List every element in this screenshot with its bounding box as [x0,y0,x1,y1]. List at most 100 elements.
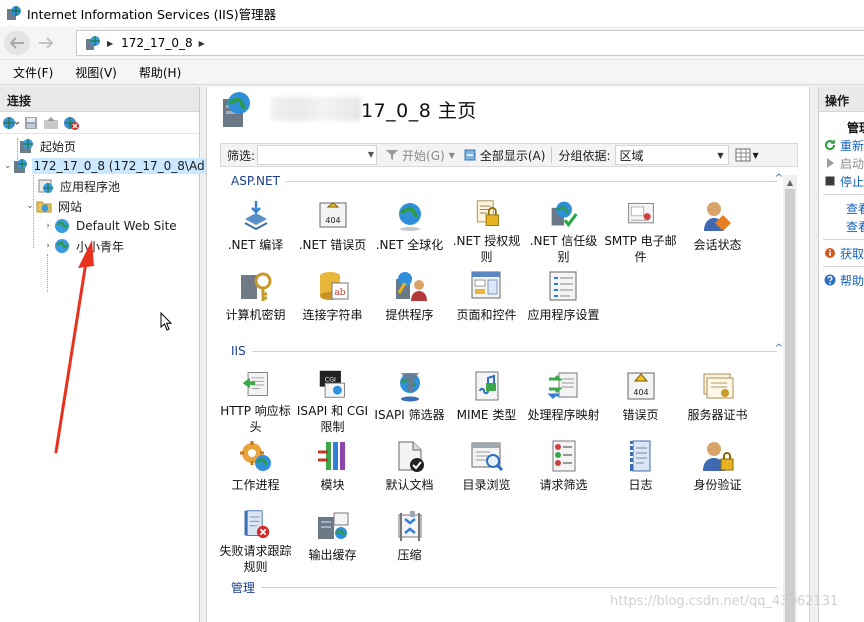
tree-item-default-web-site[interactable]: › Default Web Site [0,216,199,236]
feature-net-trust[interactable]: .NET 信任级别 [525,195,602,265]
feature-mime-types[interactable]: MIME 类型 [448,365,525,435]
feature-failed-request-tracing[interactable]: 失败请求跟踪规则 [217,505,294,575]
feature-compression[interactable]: 压缩 [371,505,448,575]
save-icon[interactable] [22,114,40,132]
feature-directory-browsing[interactable]: 目录浏览 [448,435,525,505]
feature-worker-processes[interactable]: 工作进程 [217,435,294,505]
show-all-button[interactable]: 全部显示(A) [463,147,545,164]
tree-item-start-page[interactable]: 起始页 [0,136,199,156]
tree-label: 应用程序池 [60,179,121,194]
feature-logging[interactable]: 日志 [602,435,679,505]
providers-icon [395,272,427,301]
app-settings-icon [549,271,576,301]
collapsed-chevron-icon[interactable]: › [42,241,54,251]
address-box[interactable]: ▶ 172_17_0_8 ▶ [76,30,864,56]
action-restart[interactable]: 重新 [819,136,864,154]
feature-default-document[interactable]: 默认文档 [371,435,448,505]
net-compile-icon [244,201,267,231]
feature-net-globalization[interactable]: .NET 全球化 [371,195,448,265]
restart-icon [825,140,836,151]
feature-app-settings[interactable]: 应用程序设置 [525,265,602,335]
feature-output-caching[interactable]: 输出缓存 [294,505,371,575]
tree-item-app-pools[interactable]: 应用程序池 [0,176,199,196]
menu-file[interactable]: 文件(F) [0,64,62,81]
action-start[interactable]: 启动 [819,154,864,172]
group-by-select[interactable]: 区域 ▼ [614,145,729,165]
feature-error-pages[interactable]: 404 错误页 [602,365,679,435]
feature-server-certificates[interactable]: 服务器证书 [679,365,756,435]
forward-button[interactable] [34,32,58,54]
filter-input[interactable]: ▼ [257,145,378,165]
collapse-chevron-icon[interactable]: ^ [775,173,783,184]
group-by-label: 分组依据: [558,148,611,163]
breadcrumb-separator-icon[interactable]: ▶ [199,39,205,48]
feature-authentication[interactable]: 身份验证 [679,435,756,505]
feature-isapi-filters[interactable]: ISAPI 筛选器 [371,365,448,435]
collapsed-chevron-icon[interactable]: › [42,221,54,231]
section-iis-header[interactable]: IIS ^ [221,343,795,359]
breadcrumb-server[interactable]: 172_17_0_8 [121,36,192,50]
start-icon [827,158,834,168]
breadcrumb-separator-icon: ▶ [107,38,114,48]
feature-pages-controls[interactable]: 页面和控件 [448,265,525,335]
disconnect-icon[interactable] [62,114,80,132]
feature-label: 服务器证书 [687,408,748,422]
scroll-thumb[interactable] [785,189,795,622]
menu-help[interactable]: 帮助(H) [126,64,190,81]
tree-item-sites[interactable]: ⌄ 网站 [0,196,199,216]
action-help[interactable]: 帮助 [819,271,864,289]
mime-types-icon [475,371,498,401]
scroll-up-icon[interactable]: ▲ [783,175,797,189]
tree-item-server[interactable]: ⌄ 172_17_0_8 (172_17_0_8\Ad [0,156,207,176]
address-bar: ▶ 172_17_0_8 ▶ [0,26,864,60]
feature-session-state[interactable]: 会话状态 [679,195,756,265]
view-mode-button[interactable]: ▼ [735,148,759,162]
feature-label: MIME 类型 [456,408,517,422]
feature-handler-mappings[interactable]: 处理程序映射 [525,365,602,435]
expanded-chevron-icon[interactable]: ⌄ [4,161,12,171]
connect-globe-icon[interactable] [2,114,20,132]
tree-label: 小小青年 [76,239,125,254]
feature-modules[interactable]: 模块 [294,435,371,505]
modules-icon [317,442,345,470]
tree-label: Default Web Site [76,219,177,233]
feature-machine-key[interactable]: 计算机密钥 [217,265,294,335]
feature-net-error-page[interactable]: 404 .NET 错误页 [294,195,371,265]
net-authorization-icon [476,200,499,226]
up-level-icon[interactable] [42,114,60,132]
action-view-1[interactable]: 查看 [819,199,864,217]
start-page-icon [20,139,33,153]
collapse-chevron-icon[interactable]: ^ [775,343,783,354]
menu-view[interactable]: 视图(V) [62,64,126,81]
actions-list: 管理 重新 启动 停止 查看 查看 获取 帮助 [819,112,864,289]
dropdown-arrow-icon[interactable]: ▼ [717,151,723,160]
feature-label: ISAPI 和 CGI 限制 [296,404,369,434]
default-document-icon [398,441,424,472]
compression-icon [398,511,421,541]
action-get-info[interactable]: 获取 [819,244,864,262]
feature-label: ISAPI 筛选器 [374,408,445,422]
action-stop[interactable]: 停止 [819,172,864,190]
feature-net-authorization[interactable]: .NET 授权规则 [448,195,525,265]
filter-bar: 筛选: ▼ 开始(G) ▼ 全部显示(A) 分组依据: 区域 ▼ ▼ [220,143,798,167]
feature-isapi-cgi[interactable]: CGI ISAPI 和 CGI 限制 [294,365,371,435]
feature-request-filtering[interactable]: 请求筛选 [525,435,602,505]
feature-providers[interactable]: 提供程序 [371,265,448,335]
worker-processes-icon [239,441,271,471]
feature-net-compile[interactable]: .NET 编译 [217,195,294,265]
go-button[interactable]: 开始(G) ▼ [385,147,455,164]
expanded-chevron-icon[interactable]: ⌄ [24,201,36,211]
authentication-icon [702,442,733,471]
iis-features-grid: HTTP 响应标头 CGI ISAPI 和 CGI 限制 ISAPI 筛选器 MIME … [217,365,777,575]
dropdown-arrow-icon[interactable]: ▼ [368,150,374,159]
menu-bar: 文件(F) 视图(V) 帮助(H) [0,60,864,85]
vertical-scrollbar[interactable]: ▲ [783,175,797,622]
section-management-header[interactable]: 管理 [221,578,795,596]
tree-item-site-2[interactable]: › 小小青年 [0,236,199,256]
back-button[interactable] [4,31,30,55]
feature-http-headers[interactable]: HTTP 响应标头 [217,365,294,435]
action-view-2[interactable]: 查看 [819,217,864,235]
feature-smtp-email[interactable]: SMTP 电子邮件 [602,195,679,265]
section-aspnet-header[interactable]: ASP.NET ^ [221,173,795,189]
feature-connection-strings[interactable]: ab 连接字符串 [294,265,371,335]
